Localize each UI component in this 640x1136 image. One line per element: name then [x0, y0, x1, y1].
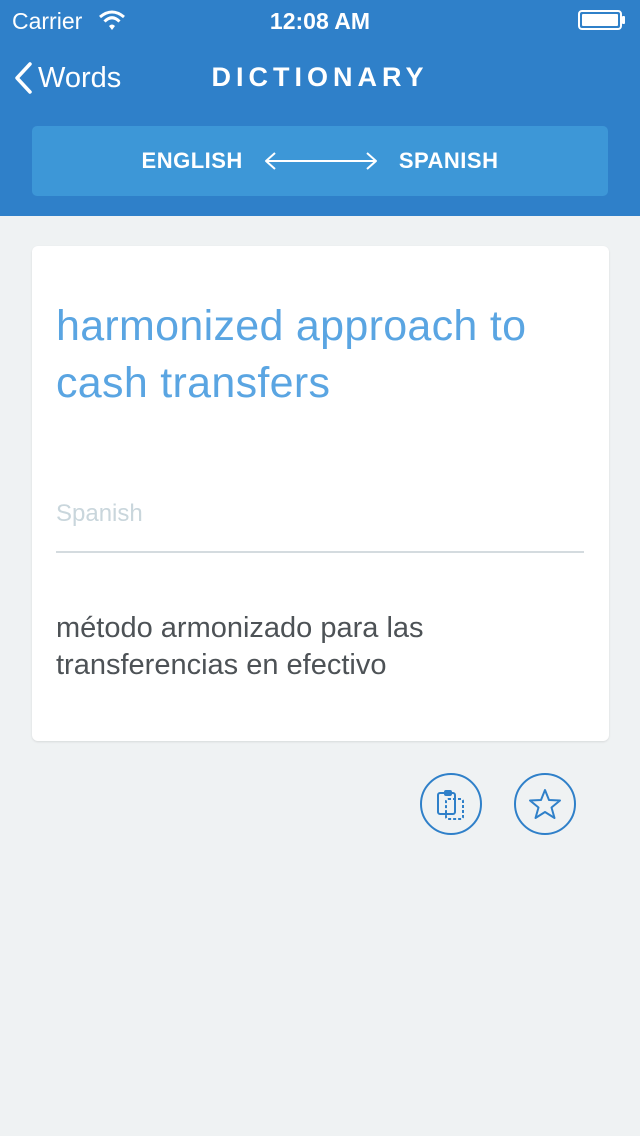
- translation-card: harmonized approach to cash transfers Sp…: [32, 246, 609, 741]
- copy-icon: [437, 790, 464, 820]
- divider: [56, 551, 584, 553]
- header: Carrier 12:08 AM Words DICTIONARY ENGLIS…: [0, 0, 640, 216]
- battery-icon: [578, 10, 625, 30]
- page-title: DICTIONARY: [211, 62, 429, 92]
- status-bar: Carrier 12:08 AM: [0, 0, 640, 40]
- navigation-bar: Words DICTIONARY: [0, 48, 640, 108]
- language-switch[interactable]: ENGLISH SPANISH: [32, 126, 608, 196]
- source-language: ENGLISH: [141, 148, 243, 173]
- translation-text: método armonizado para las transferencia…: [56, 612, 424, 681]
- copy-button[interactable]: [420, 773, 482, 835]
- translation-language-label: Spanish: [56, 500, 143, 527]
- star-icon: [529, 789, 561, 819]
- clock: 12:08 AM: [269, 8, 371, 34]
- term-text: harmonized approach to cash transfers: [56, 302, 527, 407]
- target-language: SPANISH: [398, 148, 499, 173]
- swap-arrows-icon: [264, 152, 377, 170]
- favorite-button[interactable]: [514, 773, 576, 835]
